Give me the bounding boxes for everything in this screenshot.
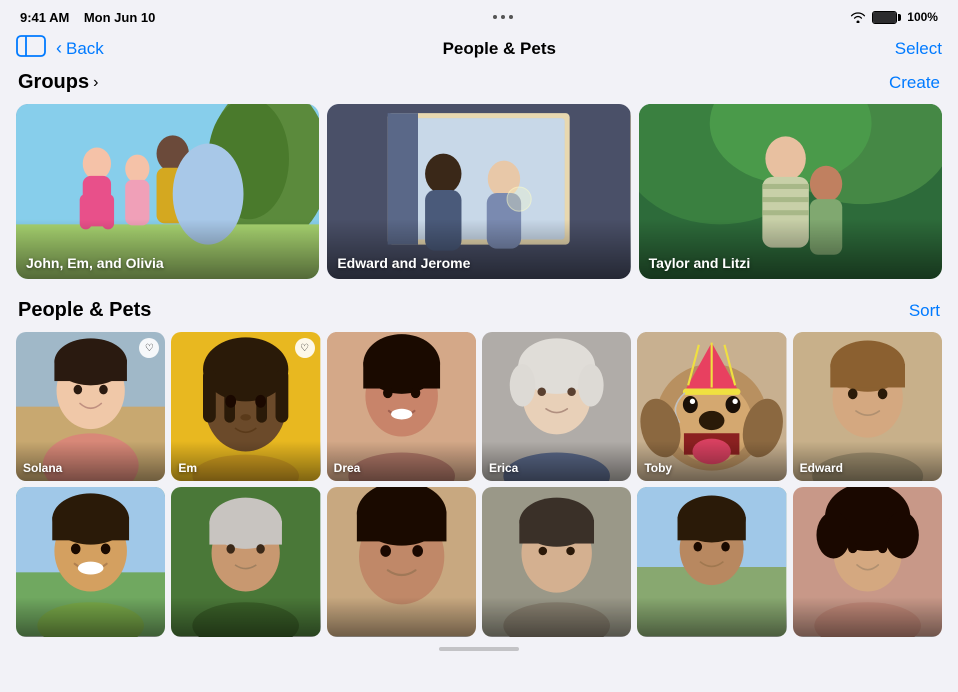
- wifi-icon: [850, 11, 866, 23]
- em-heart-badge: ♡: [295, 338, 315, 358]
- group-1-image: [16, 104, 319, 279]
- nav-bar: ‹ Back People & Pets Select: [0, 30, 958, 71]
- groups-row: John, Em, and Olivia: [16, 104, 942, 279]
- sidebar-icon: [16, 34, 46, 58]
- solana-name: Solana: [23, 461, 62, 475]
- groups-label: Groups: [18, 71, 89, 94]
- status-right: 100%: [850, 10, 938, 24]
- main-content: Groups › Create: [0, 71, 958, 637]
- dot-1: [493, 15, 497, 19]
- toby-image: [637, 332, 786, 481]
- person-12-image: [793, 487, 942, 636]
- sort-button[interactable]: Sort: [909, 301, 940, 321]
- people-pets-label: People & Pets: [18, 299, 151, 322]
- page-title: People & Pets: [443, 39, 556, 59]
- people-grid-row1: ♡ Solana: [16, 332, 942, 481]
- person-11-image: [637, 487, 786, 636]
- people-grid-row2: [16, 487, 942, 636]
- sidebar-toggle-button[interactable]: [16, 34, 46, 63]
- time-display: 9:41 AM: [20, 10, 69, 25]
- group-card-3[interactable]: Taylor and Litzi: [639, 104, 942, 279]
- groups-section-header: Groups › Create: [16, 71, 942, 94]
- groups-title[interactable]: Groups ›: [18, 71, 98, 94]
- toby-name: Toby: [644, 461, 672, 475]
- group-card-2[interactable]: Edward and Jerome: [327, 104, 630, 279]
- em-name: Em: [178, 461, 197, 475]
- group-2-image: [327, 104, 630, 279]
- groups-chevron-icon: ›: [93, 74, 98, 92]
- people-pets-title: People & Pets: [18, 299, 151, 322]
- group-2-label: Edward and Jerome: [337, 255, 470, 271]
- person-card-em[interactable]: ♡ Em: [171, 332, 320, 481]
- group-3-image: [639, 104, 942, 279]
- scroll-pill: [439, 647, 519, 651]
- dot-2: [501, 15, 505, 19]
- person-card-erica[interactable]: Erica: [482, 332, 631, 481]
- person-card-solana[interactable]: ♡ Solana: [16, 332, 165, 481]
- drea-image: [327, 332, 476, 481]
- device-frame: 9:41 AM Mon Jun 10 100%: [0, 0, 958, 692]
- person-10-image: [482, 487, 631, 636]
- person-card-edward[interactable]: Edward: [793, 332, 942, 481]
- status-bar: 9:41 AM Mon Jun 10 100%: [0, 0, 958, 30]
- edward-image: [793, 332, 942, 481]
- scroll-indicator: [0, 647, 958, 651]
- erica-name: Erica: [489, 461, 518, 475]
- battery-percent: 100%: [907, 10, 938, 24]
- person-9-image: [327, 487, 476, 636]
- nav-left: ‹ Back: [16, 34, 104, 63]
- select-button[interactable]: Select: [895, 39, 942, 59]
- person-card-12[interactable]: [793, 487, 942, 636]
- back-button[interactable]: ‹ Back: [56, 38, 104, 59]
- edward-name: Edward: [800, 461, 843, 475]
- person-card-drea[interactable]: Drea: [327, 332, 476, 481]
- erica-image: [482, 332, 631, 481]
- person-7-image: [16, 487, 165, 636]
- group-card-1[interactable]: John, Em, and Olivia: [16, 104, 319, 279]
- person-8-image: [171, 487, 320, 636]
- people-section-header: People & Pets Sort: [16, 299, 942, 322]
- person-card-9[interactable]: [327, 487, 476, 636]
- chevron-left-icon: ‹: [56, 38, 62, 59]
- status-center-dots: [493, 15, 513, 19]
- person-card-7[interactable]: [16, 487, 165, 636]
- battery-icon: [872, 11, 901, 24]
- person-card-toby[interactable]: Toby: [637, 332, 786, 481]
- drea-name: Drea: [334, 461, 361, 475]
- person-card-10[interactable]: [482, 487, 631, 636]
- group-1-label: John, Em, and Olivia: [26, 255, 164, 271]
- status-time: 9:41 AM Mon Jun 10: [20, 10, 155, 25]
- dot-3: [509, 15, 513, 19]
- back-label: Back: [66, 39, 104, 59]
- person-card-11[interactable]: [637, 487, 786, 636]
- create-button[interactable]: Create: [889, 73, 940, 93]
- date-display: Mon Jun 10: [84, 10, 156, 25]
- group-3-label: Taylor and Litzi: [649, 255, 751, 271]
- person-card-8[interactable]: [171, 487, 320, 636]
